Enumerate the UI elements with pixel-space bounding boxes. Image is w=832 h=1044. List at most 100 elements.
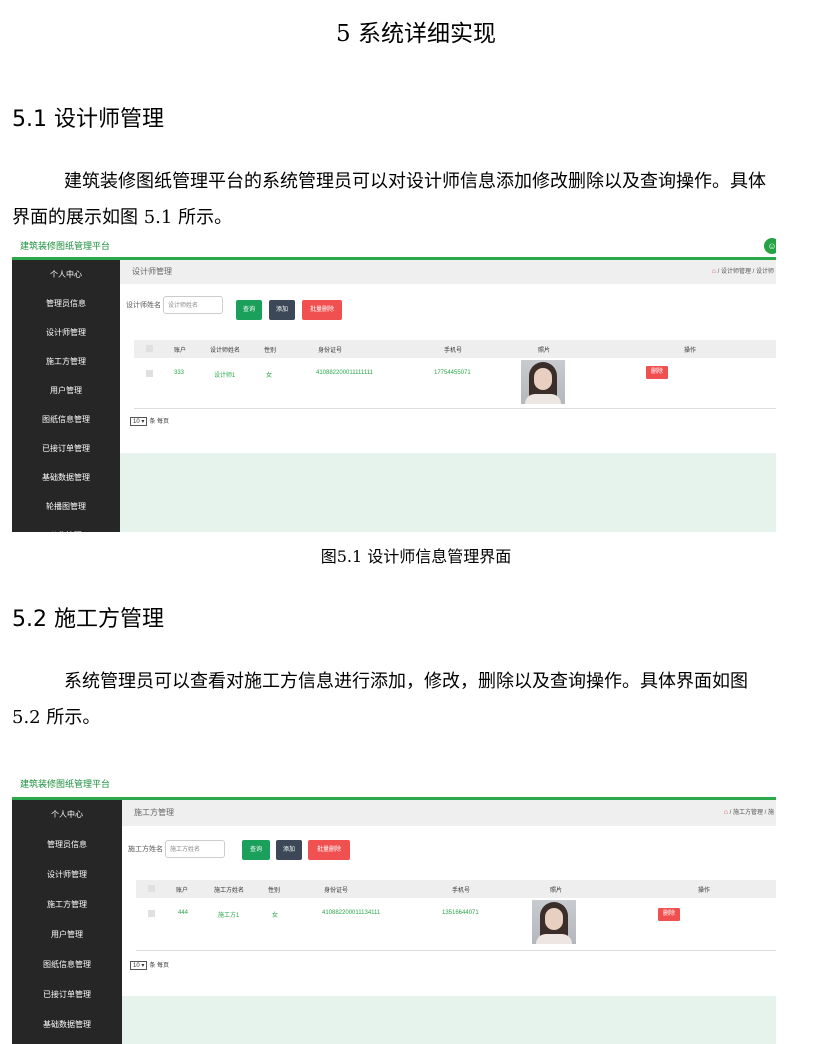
sidebar-item-carousel[interactable]: 轮播图管理 [12, 492, 120, 521]
search-label: 施工方姓名 [128, 846, 163, 853]
col-account: 账户 [176, 888, 189, 894]
cell-phone: 17754455071 [434, 370, 471, 376]
sidebar-item-notices[interactable]: 公告管理 [12, 521, 120, 532]
data-table: 账户 设计师姓名 性别 身份证号 手机号 照片 操作 333 设计师1 女 41… [134, 340, 776, 409]
delete-button[interactable]: 删除 [658, 908, 681, 921]
section-heading-5-2: 5.2 施工方管理 [12, 607, 164, 632]
col-id-number: 身份证号 [324, 888, 349, 894]
table-row: 333 设计师1 女 410882200011111111 1775445507… [134, 358, 776, 408]
batch-delete-button[interactable]: 批量删除 [308, 840, 350, 860]
col-photo: 照片 [538, 348, 551, 354]
sidebar-item-drawings[interactable]: 图纸信息管理 [12, 405, 120, 434]
home-icon[interactable]: ⌂ [724, 809, 728, 816]
col-name: 设计师姓名 [210, 348, 241, 354]
footer-area [122, 996, 776, 1044]
sidebar-item-basic-data[interactable]: 基础数据管理 [12, 1010, 122, 1040]
sidebar: 个人中心 管理员信息 设计师管理 施工方管理 用户管理 图纸信息管理 已接订单管… [12, 260, 120, 532]
footer-area [120, 453, 776, 532]
page-title: 施工方管理 [134, 808, 174, 817]
add-button[interactable]: 添加 [269, 300, 295, 320]
designer-management-screenshot: 建筑装修图纸管理平台 ☺ 个人中心 管理员信息 设计师管理 施工方管理 用户管理… [12, 236, 776, 532]
cell-account: 333 [174, 370, 185, 376]
cell-gender: 女 [272, 913, 279, 919]
contractor-management-screenshot: 建筑装修图纸管理平台 个人中心 管理员信息 设计师管理 施工方管理 用户管理 图… [12, 774, 776, 1044]
sidebar-item-admins[interactable]: 管理员信息 [12, 289, 120, 318]
table-row: 444 施工方1 女 410882200011134111 1351664407… [136, 898, 776, 950]
select-all-checkbox[interactable] [146, 345, 153, 352]
search-input[interactable]: 设计师姓名 [162, 296, 223, 314]
app-brand: 建筑装修图纸管理平台 [20, 779, 111, 789]
sidebar-item-admins[interactable]: 管理员信息 [12, 830, 122, 860]
col-gender: 性别 [268, 888, 281, 894]
row-checkbox[interactable] [148, 910, 155, 917]
app-brand: 建筑装修图纸管理平台 [20, 241, 111, 251]
main-panel: 设计师管理 ⌂ / 设计师管理 / 设计师 设计师姓名 设计师姓名 查询 添加 … [120, 260, 776, 532]
cell-phone: 13516644071 [442, 910, 479, 916]
breadcrumb-text: / 设计师管理 / 设计师 [717, 269, 774, 275]
section-paragraph-5-2: 系统管理员可以查看对施工方信息进行添加，修改，删除以及查询操作。具体界面如图 5… [12, 671, 748, 728]
sidebar-item-profile[interactable]: 个人中心 [12, 800, 122, 830]
sidebar-item-users[interactable]: 用户管理 [12, 376, 120, 405]
sidebar-item-orders[interactable]: 已接订单管理 [12, 980, 122, 1010]
page-size-suffix: 条 每页 [149, 963, 170, 969]
row-checkbox[interactable] [146, 370, 153, 377]
search-input[interactable]: 施工方姓名 [164, 840, 225, 858]
breadcrumb-text: / 施工方管理 / 施 [729, 810, 774, 816]
breadcrumb: ⌂ / 施工方管理 / 施 [724, 800, 774, 826]
sidebar-item-users[interactable]: 用户管理 [12, 920, 122, 950]
sidebar-item-contractors[interactable]: 施工方管理 [12, 347, 120, 376]
sidebar-item-orders[interactable]: 已接订单管理 [12, 434, 120, 463]
col-name: 施工方姓名 [214, 888, 245, 894]
home-icon[interactable]: ⌂ [712, 268, 716, 275]
page-title: 设计师管理 [132, 267, 172, 276]
query-button[interactable]: 查询 [242, 840, 270, 860]
delete-button[interactable]: 删除 [646, 366, 669, 379]
page-size-suffix: 条 每页 [149, 419, 170, 425]
col-phone: 手机号 [444, 348, 463, 354]
page-size-select[interactable]: 10 ▾ [130, 961, 148, 970]
breadcrumb: ⌂ / 设计师管理 / 设计师 [712, 260, 774, 284]
sidebar-item-designers[interactable]: 设计师管理 [12, 318, 120, 347]
cell-name: 施工方1 [218, 913, 240, 919]
col-photo: 照片 [550, 888, 563, 894]
sidebar: 个人中心 管理员信息 设计师管理 施工方管理 用户管理 图纸信息管理 已接订单管… [12, 800, 122, 1044]
data-table: 账户 施工方姓名 性别 身份证号 手机号 照片 操作 444 施工方1 女 41… [136, 880, 776, 951]
cell-id-number: 410882200011134111 [322, 910, 381, 916]
title-bar: 施工方管理 ⌂ / 施工方管理 / 施 [122, 800, 776, 826]
select-all-checkbox[interactable] [148, 885, 155, 892]
user-icon[interactable]: ☺ [764, 238, 776, 254]
chapter-title: 5 系统详细实现 [336, 21, 496, 47]
col-gender: 性别 [264, 348, 277, 354]
col-phone: 手机号 [452, 888, 471, 894]
cell-gender: 女 [266, 373, 273, 379]
col-actions: 操作 [684, 348, 697, 354]
page-size-select[interactable]: 10 ▾ [130, 417, 148, 426]
main-panel: 施工方管理 ⌂ / 施工方管理 / 施 施工方姓名 施工方姓名 查询 添加 批量… [122, 800, 776, 1044]
pagination: 10 ▾ 条 每页 [130, 416, 169, 426]
sidebar-item-contractors[interactable]: 施工方管理 [12, 890, 122, 920]
contractor-photo [532, 900, 576, 944]
col-id-number: 身份证号 [318, 348, 343, 354]
search-row: 设计师姓名 设计师姓名 [126, 296, 223, 316]
sidebar-item-profile[interactable]: 个人中心 [12, 260, 120, 289]
query-button[interactable]: 查询 [236, 300, 262, 320]
table-header: 账户 施工方姓名 性别 身份证号 手机号 照片 操作 [136, 880, 776, 898]
section-paragraph-5-1: 建筑装修图纸管理平台的系统管理员可以对设计师信息添加修改删除以及查询操作。具体界… [12, 171, 766, 228]
table-header: 账户 设计师姓名 性别 身份证号 手机号 照片 操作 [134, 340, 776, 358]
batch-delete-button[interactable]: 批量删除 [302, 300, 342, 320]
sidebar-item-designers[interactable]: 设计师管理 [12, 860, 122, 890]
cell-id-number: 410882200011111111 [316, 370, 373, 376]
pagination: 10 ▾ 条 每页 [130, 960, 169, 970]
cell-account: 444 [178, 910, 189, 916]
figure-caption-5-1: 图5.1 设计师信息管理界面 [320, 547, 512, 566]
sidebar-item-basic-data[interactable]: 基础数据管理 [12, 463, 120, 492]
title-bar: 设计师管理 ⌂ / 设计师管理 / 设计师 [120, 260, 776, 284]
add-button[interactable]: 添加 [276, 840, 302, 860]
search-row: 施工方姓名 施工方姓名 [128, 840, 225, 860]
col-actions: 操作 [698, 888, 711, 894]
section-heading-5-1: 5.1 设计师管理 [12, 107, 164, 132]
search-label: 设计师姓名 [126, 302, 161, 309]
designer-photo [521, 360, 565, 404]
sidebar-item-drawings[interactable]: 图纸信息管理 [12, 950, 122, 980]
cell-name: 设计师1 [214, 373, 236, 379]
